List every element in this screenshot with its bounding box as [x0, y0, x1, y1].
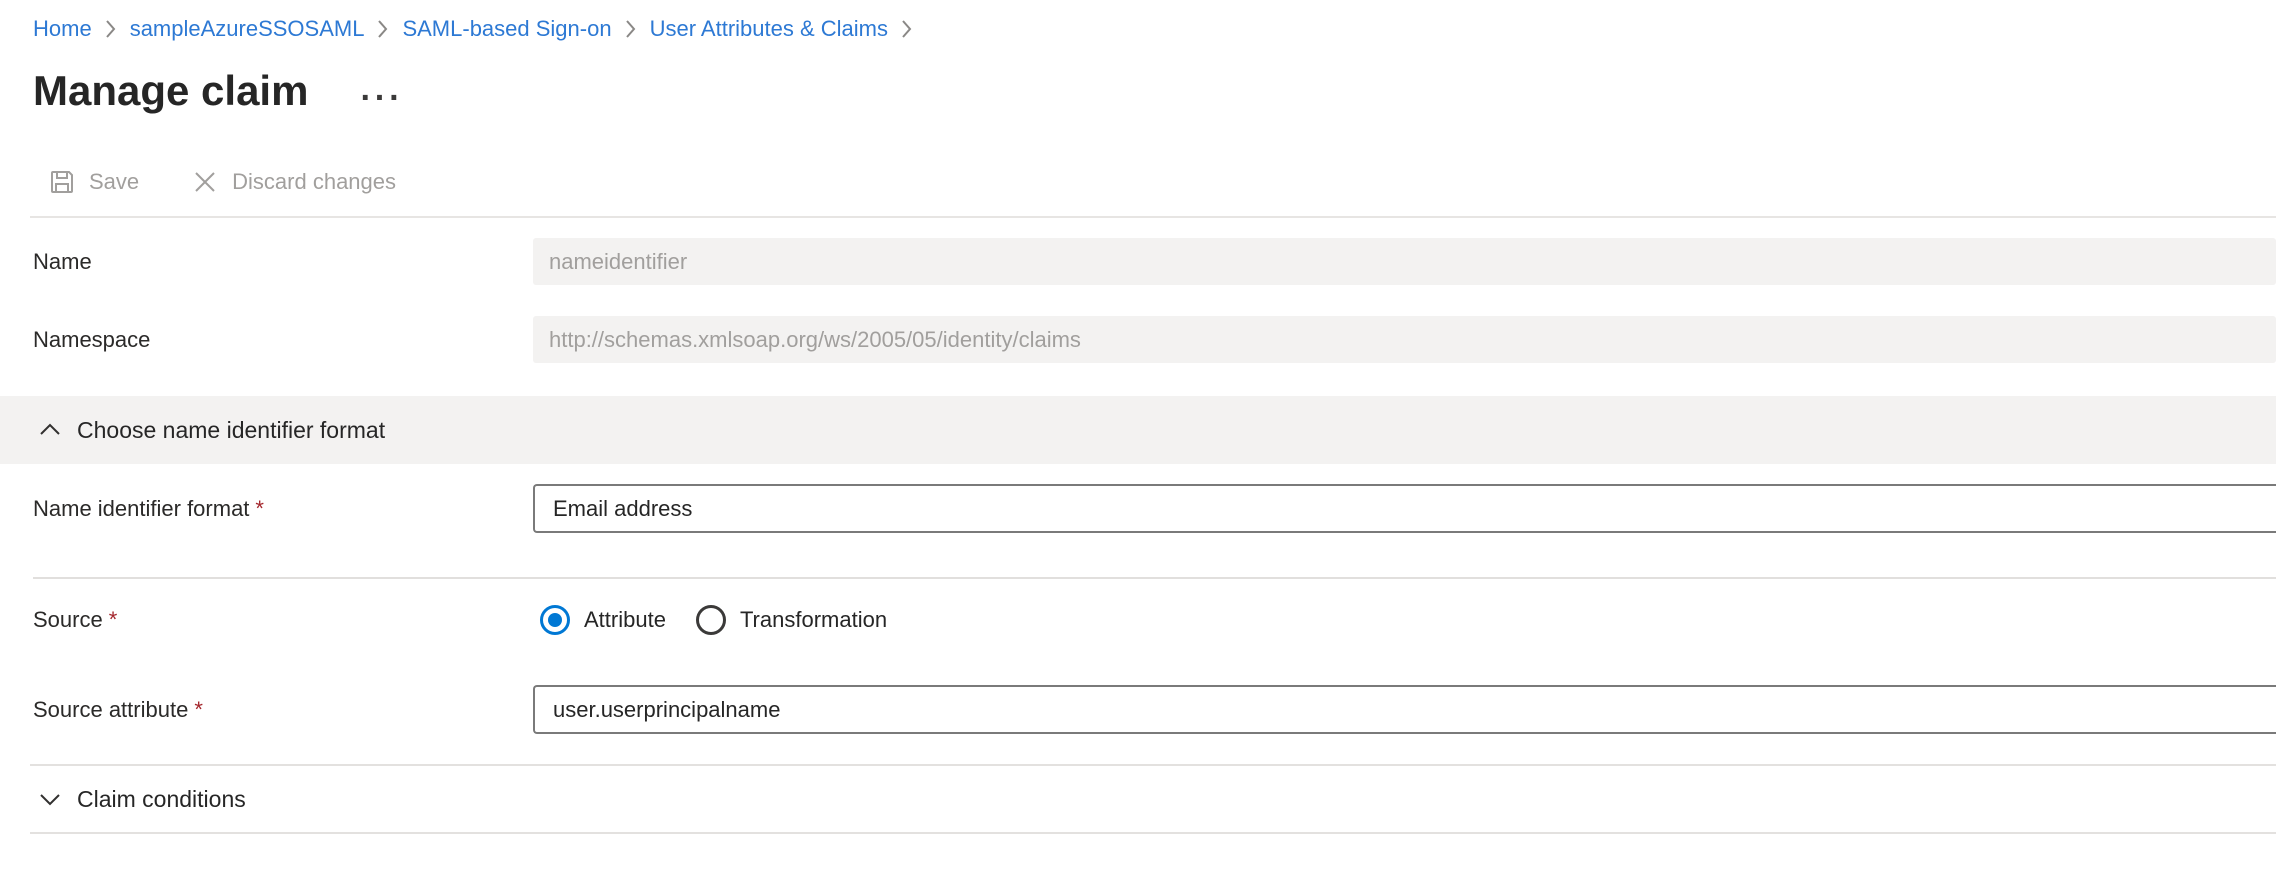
namespace-row: Namespace — [0, 316, 2276, 363]
toolbar-divider — [30, 216, 2276, 218]
breadcrumb-home[interactable]: Home — [33, 16, 92, 42]
more-options-button[interactable]: ··· — [360, 93, 403, 103]
page-title: Manage claim — [33, 67, 308, 115]
name-input — [533, 238, 2276, 285]
label-text: Source attribute — [33, 697, 188, 722]
breadcrumb-app[interactable]: sampleAzureSSOSAML — [130, 16, 365, 42]
save-button[interactable]: Save — [48, 168, 139, 196]
radio-label: Attribute — [584, 607, 666, 633]
command-bar: Save Discard changes — [0, 160, 2276, 204]
section-choose-name-identifier-format[interactable]: Choose name identifier format — [0, 396, 2276, 464]
source-attribute-row: Source attribute* user.userprincipalname — [0, 685, 2276, 734]
radio-unselected-icon — [696, 605, 726, 635]
save-icon — [48, 168, 76, 196]
label-text: Source — [33, 607, 103, 632]
breadcrumb-saml-signon[interactable]: SAML-based Sign-on — [402, 16, 611, 42]
name-identifier-format-row: Name identifier format* Email address — [0, 484, 2276, 533]
source-attribute-value: user.userprincipalname — [553, 697, 780, 723]
namespace-input — [533, 316, 2276, 363]
name-row: Name — [0, 238, 2276, 285]
chevron-down-icon — [38, 790, 62, 808]
section-claim-conditions[interactable]: Claim conditions — [30, 764, 2276, 834]
source-row: Source* Attribute Transformation — [0, 595, 2276, 645]
breadcrumb-user-attributes[interactable]: User Attributes & Claims — [650, 16, 888, 42]
required-asterisk: * — [109, 607, 118, 632]
discard-changes-label: Discard changes — [232, 169, 396, 195]
radio-option-transformation[interactable]: Transformation — [696, 605, 887, 635]
dismiss-x-icon — [191, 168, 219, 196]
source-attribute-input[interactable]: user.userprincipalname — [533, 685, 2276, 734]
radio-option-attribute[interactable]: Attribute — [540, 605, 666, 635]
required-asterisk: * — [194, 697, 203, 722]
label-text: Name identifier format — [33, 496, 249, 521]
source-radio-group: Attribute Transformation — [533, 605, 2276, 635]
radio-selected-icon — [540, 605, 570, 635]
chevron-up-icon — [38, 421, 62, 439]
required-asterisk: * — [255, 496, 264, 521]
section-title: Choose name identifier format — [77, 417, 385, 444]
name-identifier-format-dropdown[interactable]: Email address — [533, 484, 2276, 533]
name-label: Name — [33, 249, 533, 275]
chevron-right-icon — [901, 19, 913, 39]
source-attribute-label: Source attribute* — [33, 697, 533, 723]
radio-label: Transformation — [740, 607, 887, 633]
discard-changes-button[interactable]: Discard changes — [191, 168, 396, 196]
namespace-label: Namespace — [33, 327, 533, 353]
page-header: Manage claim ··· — [0, 62, 2276, 120]
save-button-label: Save — [89, 169, 139, 195]
section-divider — [33, 577, 2276, 579]
chevron-right-icon — [377, 19, 389, 39]
chevron-right-icon — [105, 19, 117, 39]
source-label: Source* — [33, 607, 533, 633]
breadcrumb: Home sampleAzureSSOSAML SAML-based Sign-… — [0, 0, 2276, 44]
chevron-right-icon — [625, 19, 637, 39]
name-identifier-format-label: Name identifier format* — [33, 496, 533, 522]
dropdown-selected-value: Email address — [553, 496, 692, 522]
section-title: Claim conditions — [77, 786, 246, 813]
